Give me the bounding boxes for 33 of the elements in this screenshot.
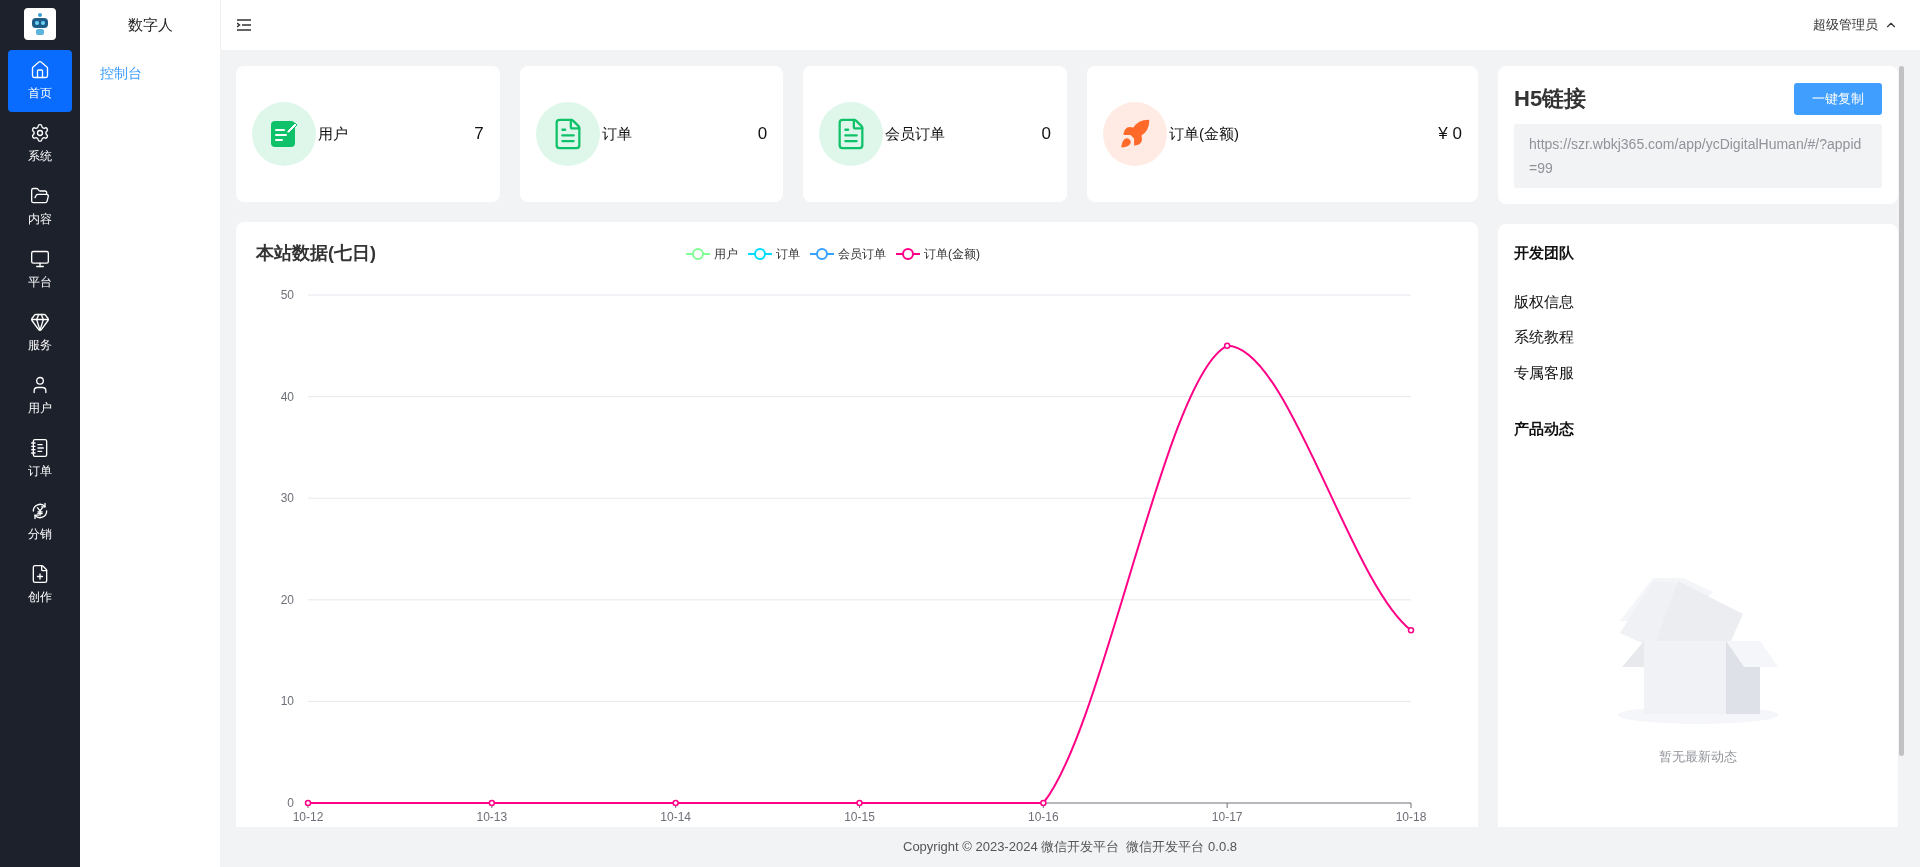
stat-value: 0 — [1041, 123, 1051, 146]
y-tick-label: 10 — [280, 694, 294, 709]
team-title: 开发团队 — [1514, 243, 1575, 263]
x-tick-label: 10-16 — [1028, 810, 1059, 824]
stat-label: 用户 — [318, 123, 348, 144]
legend-label: 会员订单 — [838, 245, 886, 263]
h5-link-title: H5链接 — [1514, 85, 1587, 113]
empty-state-text: 暂无最新动态 — [1659, 747, 1737, 766]
x-tick-label: 10-18 — [1395, 810, 1427, 824]
news-title: 产品动态 — [1514, 419, 1575, 439]
x-tick-label: 10-12 — [292, 810, 324, 824]
legend-label: 订单(金额) — [924, 245, 980, 263]
x-tick-label: 10-15 — [844, 810, 875, 824]
legend-label: 订单 — [776, 245, 800, 263]
stat-label: 订单 — [601, 123, 632, 144]
y-tick-label: 30 — [280, 491, 294, 506]
stat-label: 订单(金额) — [1168, 123, 1239, 144]
y-tick-label: 50 — [280, 288, 294, 302]
stat-value: ¥ 0 — [1438, 123, 1462, 146]
stat-value: 7 — [474, 123, 484, 146]
url-field: https://szr.wbkj365.com/app/ycDigitalHuman/#/?appid=99 — [1514, 124, 1882, 188]
y-tick-label: 0 — [287, 796, 294, 810]
footer-text: Copyright © 2023-2024 微信开发平台 微信开发平台 0.0.8 — [902, 838, 1238, 857]
stat-value: 0 — [757, 123, 768, 146]
y-tick-label: 40 — [280, 389, 294, 404]
x-tick-label: 10-14 — [660, 810, 691, 824]
sidebar-title: 数字人 — [126, 14, 174, 35]
legend-label: 用户 — [714, 245, 738, 263]
y-tick-label: 20 — [280, 592, 294, 607]
x-tick-label: 10-13 — [476, 810, 508, 824]
stat-label: 会员订单 — [885, 123, 946, 144]
x-tick-label: 10-17 — [1211, 810, 1243, 824]
chart-title: 本站数据(七日) — [256, 242, 377, 265]
